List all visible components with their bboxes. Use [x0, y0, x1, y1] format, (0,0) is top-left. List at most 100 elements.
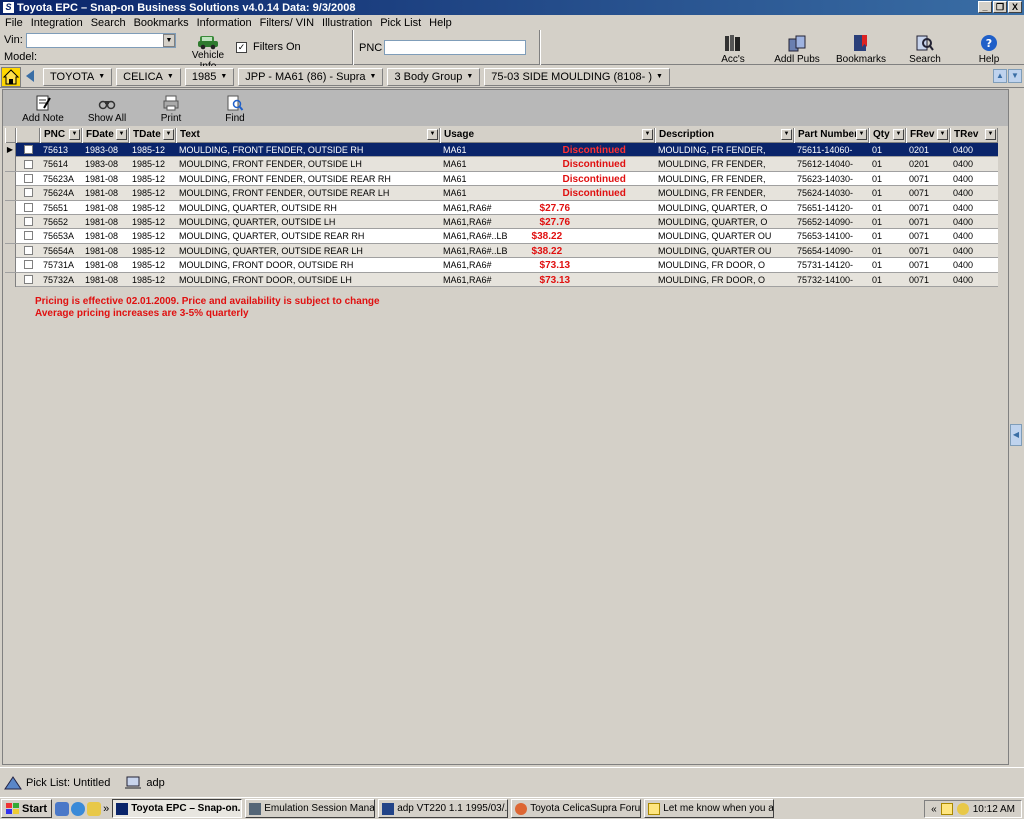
table-row[interactable]: ▶ 75613 1983-08 1985-12 MOULDING, FRONT FEND… [5, 143, 998, 158]
crumb-catalog[interactable]: JPP - MA61 (86) - Supra ▼ [238, 67, 384, 86]
row-selector[interactable] [5, 243, 16, 258]
header-description[interactable]: Description ▼ [655, 128, 794, 143]
header-part-number[interactable]: Part Number ▼ [794, 128, 869, 143]
row-pointer-icon[interactable]: ▶ [5, 143, 16, 157]
row-checkbox[interactable] [24, 173, 33, 183]
row-checkbox[interactable] [24, 217, 33, 227]
crumb-make[interactable]: TOYOTA ▼ [43, 67, 113, 86]
ie-icon[interactable] [71, 801, 86, 816]
scroll-down-button[interactable]: ▼ [1008, 69, 1022, 83]
menu-search[interactable]: Search [88, 17, 131, 29]
row-selector[interactable] [5, 229, 16, 244]
chevron-down-icon[interactable]: ▼ [427, 129, 438, 140]
search-button[interactable]: Search [900, 33, 950, 65]
vin-dropdown-button[interactable]: ▼ [163, 34, 175, 47]
row-selector[interactable] [5, 272, 16, 287]
mail-icon[interactable] [940, 803, 953, 815]
minimize-button[interactable]: _ [978, 1, 992, 13]
row-checkbox[interactable] [24, 159, 33, 169]
chevron-down-icon[interactable]: ▼ [116, 129, 127, 140]
header-pnc[interactable]: PNC ▼ [40, 128, 82, 143]
folder-icon[interactable] [87, 801, 102, 816]
accs-button[interactable]: Acc's [708, 33, 758, 65]
row-selector[interactable] [5, 214, 16, 229]
table-row[interactable]: 75651 1981-08 1985-12 MOULDING, QUARTER, OU… [5, 200, 998, 215]
tray-app-icon[interactable] [956, 803, 969, 815]
help-button[interactable]: ? Help [964, 33, 1014, 65]
add-note-button[interactable]: Add Note [13, 90, 73, 126]
row-checkbox[interactable] [24, 231, 33, 241]
row-selector[interactable] [5, 200, 16, 215]
row-checkbox[interactable] [24, 260, 33, 270]
addl-pubs-button[interactable]: Addl Pubs [772, 33, 822, 65]
back-button[interactable] [23, 67, 39, 87]
menu-illustration[interactable]: Illustration [319, 17, 377, 29]
menu-bookmarks[interactable]: Bookmarks [131, 17, 194, 29]
menu-filters-vin[interactable]: Filters/ VIN [257, 17, 319, 29]
row-selector[interactable] [5, 186, 16, 201]
chevron-down-icon[interactable]: ▼ [856, 129, 867, 140]
header-fdate[interactable]: FDate ▼ [82, 128, 129, 143]
restore-button[interactable]: ❐ [993, 1, 1007, 13]
header-qty[interactable]: Qty ▼ [869, 128, 906, 143]
row-checkbox[interactable] [24, 274, 33, 284]
task-toyota-epc[interactable]: Toyota EPC – Snap-on... [112, 799, 243, 818]
table-row[interactable]: 75623A 1981-08 1985-12 MOULDING, FRONT FEND… [5, 171, 998, 187]
chevron-down-icon[interactable]: ▼ [781, 129, 792, 140]
chevron-down-icon[interactable]: ▼ [163, 129, 174, 140]
menu-pick-list[interactable]: Pick List [377, 17, 426, 29]
side-panel-toggle[interactable]: ◀ [1010, 424, 1022, 446]
crumb-model[interactable]: CELICA ▼ [116, 67, 181, 86]
header-trev[interactable]: TRev ▼ [950, 128, 998, 143]
menu-file[interactable]: File [2, 17, 28, 29]
header-tdate[interactable]: TDate ▼ [129, 128, 176, 143]
show-all-button[interactable]: Show All [77, 90, 137, 126]
chevron-down-icon[interactable]: ▼ [937, 129, 948, 140]
task-message[interactable]: Let me know when you a... [644, 799, 775, 818]
table-row[interactable]: 75654A 1981-08 1985-12 MOULDING, QUARTER, O… [5, 243, 998, 259]
chevron-down-icon[interactable]: ▼ [642, 129, 653, 140]
chevron-down-icon[interactable]: ▼ [985, 129, 996, 140]
task-emulation-session[interactable]: Emulation Session Manager [245, 799, 376, 818]
print-button[interactable]: Print [141, 90, 201, 126]
table-row[interactable]: 75652 1981-08 1985-12 MOULDING, QUARTER, OU… [5, 214, 998, 230]
menu-help[interactable]: Help [426, 17, 457, 29]
pnc-input[interactable] [384, 40, 526, 55]
desktop-icon[interactable] [55, 801, 70, 816]
row-checkbox[interactable] [24, 245, 33, 255]
crumb-section[interactable]: 75-03 SIDE MOULDING (8108- ) ▼ [484, 67, 670, 86]
home-button[interactable] [1, 66, 21, 87]
row-selector[interactable] [5, 171, 16, 186]
row-checkbox[interactable] [24, 202, 33, 212]
filters-checkbox[interactable]: ✓ [236, 41, 247, 53]
header-usage[interactable]: Usage ▼ [440, 128, 655, 143]
scroll-up-button[interactable]: ▲ [993, 69, 1007, 83]
row-checkbox[interactable] [24, 145, 33, 155]
bookmarks-button[interactable]: Bookmarks [836, 33, 886, 65]
row-selector[interactable] [5, 157, 16, 172]
find-button[interactable]: Find [205, 90, 265, 126]
row-checkbox[interactable] [24, 188, 33, 198]
row-selector[interactable] [5, 258, 16, 273]
table-row[interactable]: 75653A 1981-08 1985-12 MOULDING, QUARTER, O… [5, 229, 998, 244]
chevron-down-icon[interactable]: ▼ [893, 129, 904, 140]
table-row[interactable]: 75732A 1981-08 1985-12 MOULDING, FRONT DOOR… [5, 272, 998, 287]
header-text[interactable]: Text ▼ [176, 128, 440, 143]
user-status[interactable]: adp [124, 776, 165, 790]
close-button[interactable]: X [1008, 1, 1022, 13]
menu-information[interactable]: Information [194, 17, 257, 29]
task-celica-forum[interactable]: Toyota CelicaSupra Foru... [511, 799, 642, 818]
table-row[interactable]: 75731A 1981-08 1985-12 MOULDING, FRONT DOOR… [5, 258, 998, 273]
filters-toggle[interactable]: ✓ Filters On [236, 41, 301, 53]
header-frev[interactable]: FRev ▼ [906, 128, 950, 143]
vin-input[interactable] [26, 33, 176, 48]
chevron-down-icon[interactable]: ▼ [69, 129, 80, 140]
tray-expand-button[interactable]: « [931, 804, 937, 815]
quick-launch-overflow[interactable]: » [103, 803, 109, 815]
picklist-status[interactable]: Pick List: Untitled [4, 775, 110, 790]
start-button[interactable]: Start [1, 799, 53, 818]
crumb-year[interactable]: 1985 ▼ [184, 67, 235, 86]
table-row[interactable]: 75614 1983-08 1985-12 MOULDING, FRONT FENDE… [5, 157, 998, 172]
crumb-group[interactable]: 3 Body Group ▼ [387, 67, 481, 86]
menu-integration[interactable]: Integration [28, 17, 88, 29]
